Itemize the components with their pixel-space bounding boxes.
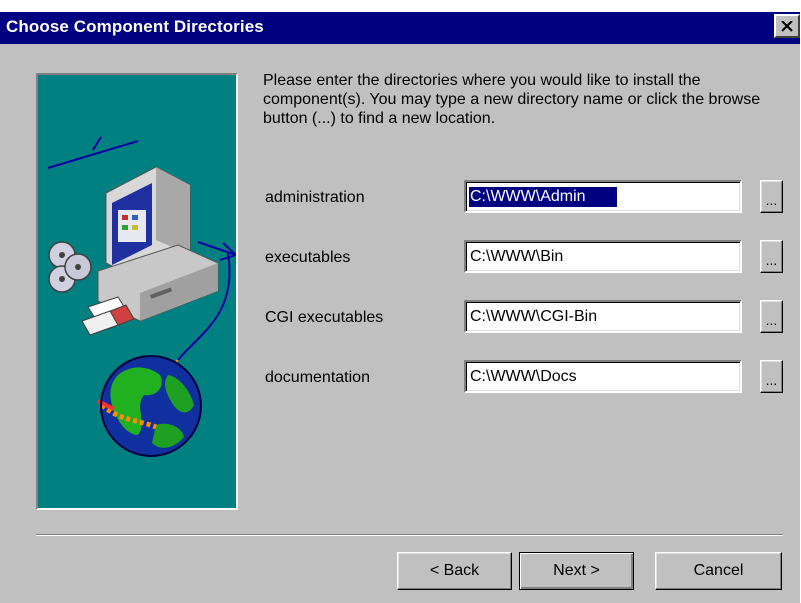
close-button[interactable] — [774, 14, 800, 38]
component-label-documentation: documentation — [265, 369, 370, 386]
title-bar: Choose Component Directories — [0, 12, 800, 44]
cgi-executables-path-field[interactable] — [464, 300, 742, 333]
executables-path-field[interactable] — [464, 240, 742, 273]
browse-button-executables[interactable]: ... — [760, 240, 783, 273]
administration-path-field[interactable] — [464, 180, 742, 213]
cgi-executables-path-input[interactable] — [468, 304, 742, 329]
executables-path-input[interactable] — [468, 244, 742, 269]
browse-button-administration[interactable]: ... — [760, 180, 783, 213]
setup-dialog: Choose Component Directories Please ente… — [0, 12, 800, 603]
component-label-cgi-executables: CGI executables — [265, 309, 384, 326]
setup-illustration — [36, 73, 238, 510]
documentation-path-field[interactable] — [464, 360, 742, 393]
browse-button-cgi-executables[interactable]: ... — [760, 300, 783, 333]
intro-text: Please enter the directories where you w… — [263, 72, 761, 127]
component-label-administration: administration — [265, 189, 365, 206]
documentation-path-input[interactable] — [468, 364, 742, 389]
administration-path-input[interactable] — [468, 184, 742, 209]
close-icon — [781, 20, 793, 32]
browse-button-documentation[interactable]: ... — [760, 360, 783, 393]
cancel-button[interactable]: Cancel — [655, 552, 782, 590]
component-label-executables: executables — [265, 249, 351, 266]
window-title: Choose Component Directories — [6, 17, 264, 36]
next-button[interactable]: Next > — [519, 552, 634, 590]
back-button[interactable]: < Back — [397, 552, 512, 590]
button-separator — [36, 534, 783, 536]
